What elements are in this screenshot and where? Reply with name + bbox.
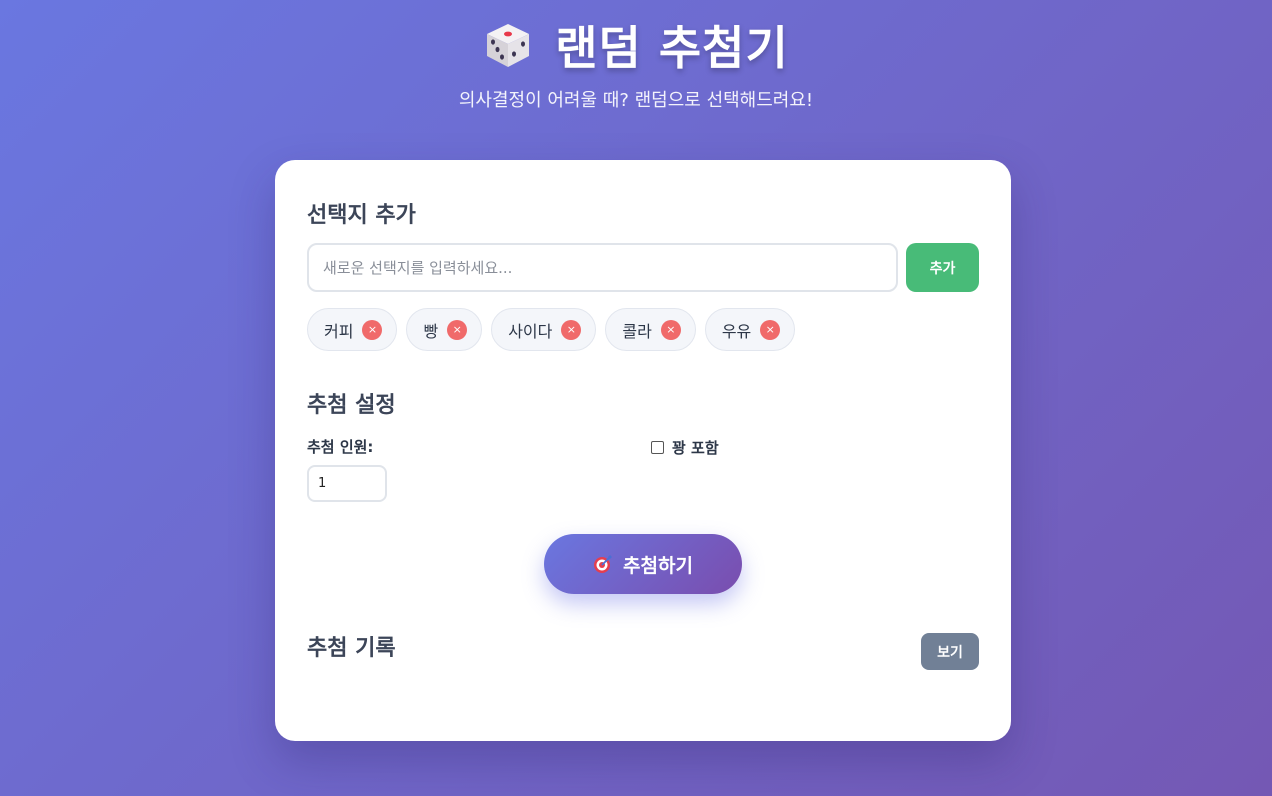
choice-chip: 우유 × bbox=[704, 308, 796, 351]
settings-section-title: 추첨 설정 bbox=[307, 393, 396, 418]
title-row: 랜덤 추첨기 bbox=[0, 14, 1272, 76]
include-blank-checkbox[interactable] bbox=[651, 441, 664, 454]
close-icon[interactable]: × bbox=[561, 319, 582, 340]
close-icon[interactable]: × bbox=[760, 319, 781, 340]
dice-icon bbox=[487, 24, 530, 67]
choice-chip: 사이다 × bbox=[491, 308, 597, 351]
choice-chip: 빵 × bbox=[406, 308, 483, 351]
choice-chip: 콜라 × bbox=[605, 308, 696, 351]
page-subtitle: 의사결정이 어려울 때? 랜덤으로 선택해드려요! bbox=[458, 90, 814, 111]
choice-chip: 커피 × bbox=[307, 308, 398, 351]
add-button[interactable]: 추가 bbox=[906, 243, 979, 292]
target-icon bbox=[594, 555, 613, 573]
add-section-title: 선택지 추가 bbox=[307, 203, 416, 228]
page-header: 랜덤 추첨기 의사결정이 어려울 때? 랜덤으로 선택해드려요! bbox=[0, 14, 1272, 112]
draw-button-label: 추첨하기 bbox=[623, 554, 693, 577]
close-icon[interactable]: × bbox=[362, 319, 383, 340]
draw-count-input[interactable] bbox=[307, 465, 387, 502]
choice-input[interactable] bbox=[307, 243, 898, 292]
main-card: 선택지 추가 추가 커피 × 빵 × 사이다 × 콜라 × 우유 × 추첨 설정… bbox=[275, 160, 1011, 741]
page-title: 랜덤 추첨기 bbox=[555, 21, 789, 75]
choice-label: 우유 bbox=[721, 321, 752, 341]
view-history-button[interactable]: 보기 bbox=[921, 633, 979, 670]
history-section-title: 추첨 기록 bbox=[307, 636, 396, 661]
draw-button[interactable]: 추첨하기 bbox=[544, 534, 742, 594]
close-icon[interactable]: × bbox=[660, 319, 681, 340]
choice-label: 커피 bbox=[324, 321, 354, 341]
choice-label: 콜라 bbox=[622, 321, 652, 341]
include-blank-option[interactable]: 꽝 포함 bbox=[651, 437, 719, 458]
draw-count-label: 추첨 인원: bbox=[307, 438, 374, 456]
choice-label: 빵 bbox=[423, 321, 439, 341]
include-blank-label: 꽝 포함 bbox=[672, 439, 719, 457]
close-icon[interactable]: × bbox=[447, 319, 468, 340]
choice-label: 사이다 bbox=[508, 321, 553, 341]
choice-list: 커피 × 빵 × 사이다 × 콜라 × 우유 × bbox=[307, 308, 796, 351]
